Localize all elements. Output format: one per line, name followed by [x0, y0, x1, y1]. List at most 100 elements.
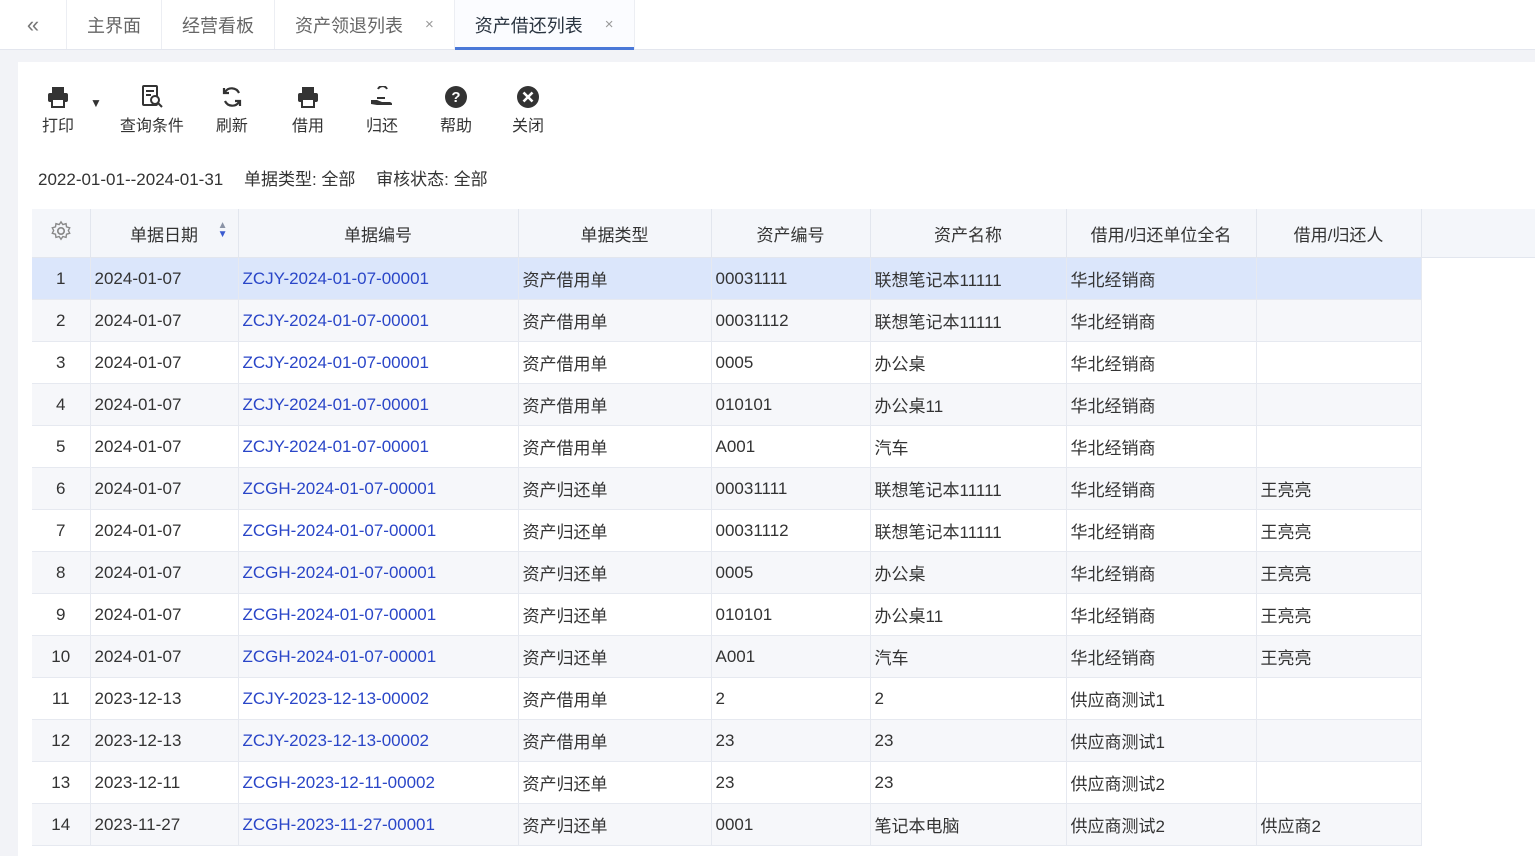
return-button[interactable]: 归还: [366, 84, 398, 136]
help-button[interactable]: ? 帮助: [440, 84, 472, 136]
tab-dashboard[interactable]: 经营看板: [162, 0, 275, 49]
doc-number-link[interactable]: ZCGH-2023-12-11-00002: [238, 761, 519, 804]
table-row[interactable]: 9 2024-01-07 ZCGH-2024-01-07-00001 资产归还单 010…: [32, 593, 1535, 636]
person: 王亮亮: [1256, 467, 1422, 510]
tab-asset-borrow-list[interactable]: 资产借还列表 ×: [454, 0, 635, 50]
person: [1256, 719, 1422, 762]
empty-cell: [1421, 467, 1535, 510]
asset-name: 联想笔记本11111: [870, 257, 1067, 300]
asset-code: 00031112: [711, 509, 871, 552]
refresh-button[interactable]: 刷新: [216, 84, 248, 136]
doc-number-link[interactable]: ZCGH-2024-01-07-00001: [238, 467, 519, 510]
table-row[interactable]: 4 2024-01-07 ZCJY-2024-01-07-00001 资产借用单 010…: [32, 383, 1535, 426]
close-icon[interactable]: ×: [425, 16, 434, 33]
doc-number-link[interactable]: ZCGH-2024-01-07-00001: [238, 551, 519, 594]
asset-name: 办公桌11: [870, 593, 1067, 636]
tab-label: 经营看板: [182, 15, 254, 36]
main-panel: 打印 ▼ 查询条件 刷新 借用 归还 ? 帮助 关闭 2022-01-01--2…: [18, 62, 1535, 856]
asset-name: 办公桌11: [870, 383, 1067, 426]
column-header-person[interactable]: 借用/归还人: [1256, 209, 1422, 258]
doc-number-link[interactable]: ZCGH-2023-11-27-00001: [238, 803, 519, 846]
close-icon[interactable]: ×: [605, 16, 614, 33]
unit-name: 华北经销商: [1066, 383, 1257, 426]
query-conditions-button[interactable]: 查询条件: [120, 84, 184, 136]
person: [1256, 425, 1422, 468]
row-number: 5: [32, 425, 91, 468]
doc-number-link[interactable]: ZCJY-2023-12-13-00002: [238, 677, 519, 720]
person: [1256, 761, 1422, 804]
column-header-date[interactable]: 单据日期 ▲ ▼: [90, 209, 239, 258]
doc-number-link[interactable]: ZCJY-2024-01-07-00001: [238, 299, 519, 342]
asset-code: A001: [711, 635, 871, 678]
printer-icon: [46, 84, 70, 110]
borrow-button[interactable]: 借用: [292, 84, 324, 136]
asset-code: 23: [711, 719, 871, 762]
column-header-asset-code[interactable]: 资产编号: [711, 209, 871, 258]
table-row[interactable]: 7 2024-01-07 ZCGH-2024-01-07-00001 资产归还单 000…: [32, 509, 1535, 552]
gear-icon[interactable]: [50, 220, 72, 246]
sort-icon[interactable]: ▲ ▼: [218, 221, 228, 240]
column-header-unit-name[interactable]: 借用/归还单位全名: [1066, 209, 1257, 258]
double-chevron-left-icon[interactable]: «: [0, 0, 67, 49]
print-button[interactable]: 打印: [42, 84, 74, 136]
doc-type: 资产归还单: [518, 635, 712, 678]
asset-name: 23: [870, 719, 1067, 762]
empty-cell: [1421, 509, 1535, 552]
filter-summary: 2022-01-01--2024-01-31 单据类型: 全部 审核状态: 全部: [38, 165, 504, 190]
doc-number-link[interactable]: ZCJY-2024-01-07-00001: [238, 257, 519, 300]
doc-date: 2024-01-07: [90, 257, 239, 300]
row-number: 10: [32, 635, 91, 678]
table-row[interactable]: 1 2024-01-07 ZCJY-2024-01-07-00001 资产借用单 000…: [32, 257, 1535, 300]
asset-code: 0005: [711, 551, 871, 594]
doc-number-link[interactable]: ZCGH-2024-01-07-00001: [238, 635, 519, 678]
doc-date: 2024-01-07: [90, 551, 239, 594]
empty-cell: [1421, 719, 1535, 762]
empty-cell: [1421, 257, 1535, 300]
table-row[interactable]: 10 2024-01-07 ZCGH-2024-01-07-00001 资产归还单 A0…: [32, 635, 1535, 678]
person: [1256, 677, 1422, 720]
table-row[interactable]: 2 2024-01-07 ZCJY-2024-01-07-00001 资产借用单 000…: [32, 299, 1535, 342]
table-row[interactable]: 6 2024-01-07 ZCGH-2024-01-07-00001 资产归还单 000…: [32, 467, 1535, 510]
doc-type: 资产归还单: [518, 509, 712, 552]
person: [1256, 383, 1422, 426]
asset-code: 010101: [711, 383, 871, 426]
empty-cell: [1421, 677, 1535, 720]
unit-name: 华北经销商: [1066, 257, 1257, 300]
column-settings[interactable]: [32, 209, 91, 258]
person: 王亮亮: [1256, 593, 1422, 636]
asset-code: 00031112: [711, 299, 871, 342]
table-row[interactable]: 3 2024-01-07 ZCJY-2024-01-07-00001 资产借用单 000…: [32, 341, 1535, 384]
chevron-down-icon[interactable]: ▼: [90, 96, 102, 110]
empty-cell: [1421, 383, 1535, 426]
doc-type: 资产归还单: [518, 803, 712, 846]
table-row[interactable]: 14 2023-11-27 ZCGH-2023-11-27-00001 资产归还单 00…: [32, 803, 1535, 846]
doc-date: 2023-12-11: [90, 761, 239, 804]
empty-cell: [1421, 551, 1535, 594]
doc-number-link[interactable]: ZCJY-2023-12-13-00002: [238, 719, 519, 762]
column-header-doc-type[interactable]: 单据类型: [518, 209, 712, 258]
table-row[interactable]: 12 2023-12-13 ZCJY-2023-12-13-00002 资产借用单 23…: [32, 719, 1535, 762]
table-header-row: 单据日期 ▲ ▼ 单据编号 单据类型 资产编号 资产名称 借用/归还单位全名 借用…: [32, 209, 1535, 258]
close-circle-icon: [516, 84, 540, 110]
doc-date: 2024-01-07: [90, 509, 239, 552]
doc-type: 资产借用单: [518, 257, 712, 300]
table-row[interactable]: 13 2023-12-11 ZCGH-2023-12-11-00002 资产归还单 23…: [32, 761, 1535, 804]
row-number: 14: [32, 803, 91, 846]
doc-number-link[interactable]: ZCGH-2024-01-07-00001: [238, 593, 519, 636]
doc-number-link[interactable]: ZCGH-2024-01-07-00001: [238, 509, 519, 552]
asset-borrow-table: 单据日期 ▲ ▼ 单据编号 单据类型 资产编号 资产名称 借用/归还单位全名 借用…: [32, 209, 1535, 846]
table-row[interactable]: 11 2023-12-13 ZCJY-2023-12-13-00002 资产借用单 2 2…: [32, 677, 1535, 720]
asset-code: 2: [711, 677, 871, 720]
doc-date: 2023-12-13: [90, 677, 239, 720]
tab-asset-issue-list[interactable]: 资产领退列表 ×: [275, 0, 455, 49]
doc-number-link[interactable]: ZCJY-2024-01-07-00001: [238, 383, 519, 426]
doc-number-link[interactable]: ZCJY-2024-01-07-00001: [238, 341, 519, 384]
close-button[interactable]: 关闭: [512, 84, 544, 136]
column-header-asset-name[interactable]: 资产名称: [870, 209, 1067, 258]
row-number: 4: [32, 383, 91, 426]
table-row[interactable]: 8 2024-01-07 ZCGH-2024-01-07-00001 资产归还单 000…: [32, 551, 1535, 594]
tab-main[interactable]: 主界面: [67, 0, 162, 49]
column-header-doc-number[interactable]: 单据编号: [238, 209, 519, 258]
doc-number-link[interactable]: ZCJY-2024-01-07-00001: [238, 425, 519, 468]
table-row[interactable]: 5 2024-01-07 ZCJY-2024-01-07-00001 资产借用单 A00…: [32, 425, 1535, 468]
